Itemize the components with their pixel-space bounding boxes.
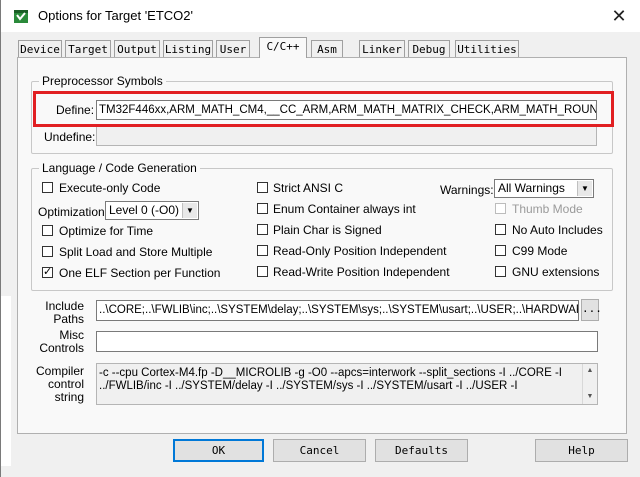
optimize-time-label: Optimize for Time: [59, 224, 154, 238]
define-highlight-box: [33, 91, 614, 127]
rw-position-independent-checkbox[interactable]: [257, 266, 268, 277]
plain-char-label: Plain Char is Signed: [273, 223, 382, 237]
help-button[interactable]: Help: [535, 439, 628, 462]
thumb-mode-checkbox: [495, 203, 506, 214]
tab-listing[interactable]: Listing: [163, 40, 213, 57]
tab-debug[interactable]: Debug: [408, 40, 450, 57]
optimization-value: Level 0 (-O0): [109, 203, 180, 217]
compiler-control-line1: -c --cpu Cortex-M4.fp -D__MICROLIB -g -O…: [99, 367, 562, 379]
thumb-mode-label: Thumb Mode: [512, 202, 583, 216]
compiler-control-label-line3: string: [54, 390, 84, 404]
include-paths-browse-button[interactable]: ...: [581, 299, 602, 321]
tab-linker[interactable]: Linker: [359, 40, 405, 57]
compiler-control-label-line1: Compiler: [35, 364, 84, 378]
optimization-label: Optimization:: [38, 205, 109, 219]
tab-asm[interactable]: Asm: [311, 40, 343, 57]
optimize-time-checkbox[interactable]: [42, 225, 53, 236]
checkmark-icon: ✓: [43, 266, 53, 278]
misc-controls-label-line1: Misc: [59, 328, 84, 342]
ro-position-independent-checkbox[interactable]: [257, 245, 268, 256]
tab-utilities[interactable]: Utilities: [455, 40, 519, 57]
keil-uvision-icon: [14, 10, 28, 23]
compiler-control-textarea[interactable]: -c --cpu Cortex-M4.fp -D__MICROLIB -g -O…: [96, 363, 598, 405]
defaults-button[interactable]: Defaults: [375, 439, 468, 462]
ok-button[interactable]: OK: [173, 439, 264, 462]
preprocessor-legend: Preprocessor Symbols: [42, 74, 163, 88]
plain-char-checkbox[interactable]: [257, 224, 268, 235]
warnings-label: Warnings:: [440, 183, 494, 197]
include-paths-label-line2: Paths: [53, 312, 84, 326]
scroll-up-icon[interactable]: ▲: [583, 364, 597, 378]
gnu-extensions-checkbox[interactable]: [495, 266, 506, 277]
language-legend: Language / Code Generation: [42, 161, 197, 175]
ro-position-independent-label: Read-Only Position Independent: [273, 244, 447, 258]
split-load-label: Split Load and Store Multiple: [59, 245, 213, 259]
undefine-input[interactable]: [96, 126, 597, 146]
no-auto-includes-checkbox[interactable]: [495, 224, 506, 235]
compiler-control-line2: ../FWLIB/inc -I ../SYSTEM/delay -I ../SY…: [99, 380, 518, 392]
optimization-select[interactable]: Level 0 (-O0) ▼: [105, 201, 199, 220]
tab-output[interactable]: Output: [114, 40, 160, 57]
undefine-label: Undefine:: [44, 130, 96, 144]
window-title: Options for Target 'ETCO2': [38, 8, 194, 23]
tab-c-cpp[interactable]: C/C++: [259, 37, 307, 58]
tab-target[interactable]: Target: [65, 40, 111, 57]
chevron-down-icon: ▼: [577, 181, 592, 196]
one-elf-checkbox[interactable]: ✓: [42, 266, 53, 278]
scroll-down-icon[interactable]: ▼: [583, 390, 597, 404]
include-paths-label-line1: Include: [45, 299, 84, 313]
no-auto-includes-label: No Auto Includes: [512, 223, 603, 237]
compiler-control-label-line2: control: [47, 377, 84, 391]
gnu-extensions-label: GNU extensions: [512, 265, 600, 279]
warnings-select[interactable]: All Warnings ▼: [494, 179, 594, 198]
one-elf-label: One ELF Section per Function: [59, 266, 221, 280]
close-icon[interactable]: ✕: [601, 2, 637, 30]
c99-mode-label: C99 Mode: [512, 244, 568, 258]
warnings-value: All Warnings: [498, 181, 565, 195]
compiler-control-scrollbar[interactable]: ▲ ▼: [582, 364, 597, 404]
title-bar[interactable]: Options for Target 'ETCO2' ✕: [1, 0, 640, 32]
split-load-checkbox[interactable]: [42, 246, 53, 257]
misc-controls-label-line2: Controls: [39, 341, 84, 355]
rw-position-independent-label: Read-Write Position Independent: [273, 265, 450, 279]
execute-only-label: Execute-only Code: [59, 181, 161, 195]
strict-ansi-checkbox[interactable]: [257, 182, 268, 193]
c99-mode-checkbox[interactable]: [495, 245, 506, 256]
tab-user[interactable]: User: [216, 40, 250, 57]
background-editor-strip: [1, 296, 11, 466]
enum-container-label: Enum Container always int: [273, 202, 416, 216]
tab-device[interactable]: Device: [18, 40, 62, 57]
include-paths-input[interactable]: ..\CORE;..\FWLIB\inc;..\SYSTEM\delay;..\…: [96, 300, 579, 321]
strict-ansi-label: Strict ANSI C: [273, 181, 344, 195]
misc-controls-input[interactable]: [96, 331, 598, 352]
chevron-down-icon: ▼: [182, 203, 197, 218]
cancel-button[interactable]: Cancel: [273, 439, 366, 462]
execute-only-checkbox[interactable]: [42, 182, 53, 193]
enum-container-checkbox[interactable]: [257, 203, 268, 214]
options-dialog: Options for Target 'ETCO2' ✕ Device Targ…: [0, 0, 640, 477]
